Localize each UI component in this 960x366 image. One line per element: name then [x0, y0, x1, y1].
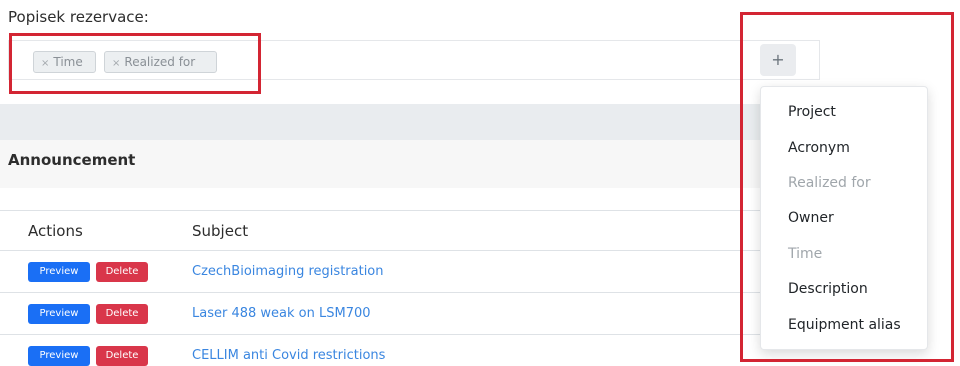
preview-button[interactable]: Preview [28, 262, 90, 282]
column-header-actions: Actions [28, 222, 83, 240]
preview-button[interactable]: Preview [28, 304, 90, 324]
delete-button[interactable]: Delete [96, 304, 148, 324]
highlight-box-tags [9, 33, 261, 94]
column-header-subject: Subject [192, 222, 249, 240]
reservation-label: Popisek rezervace: [8, 8, 149, 26]
table-row-border [0, 334, 760, 335]
delete-button[interactable]: Delete [96, 262, 148, 282]
subject-link[interactable]: CzechBioimaging registration [192, 264, 384, 279]
announcement-title: Announcement [8, 151, 136, 169]
section-divider-band [0, 104, 760, 140]
delete-button[interactable]: Delete [96, 346, 148, 366]
subject-link[interactable]: CELLIM anti Covid restrictions [192, 348, 385, 363]
subject-link[interactable]: Laser 488 weak on LSM700 [192, 306, 371, 321]
preview-button[interactable]: Preview [28, 346, 90, 366]
table-top-border [0, 210, 760, 211]
highlight-box-menu [740, 12, 954, 362]
table-header-border [0, 250, 760, 251]
table-row-border [0, 292, 760, 293]
